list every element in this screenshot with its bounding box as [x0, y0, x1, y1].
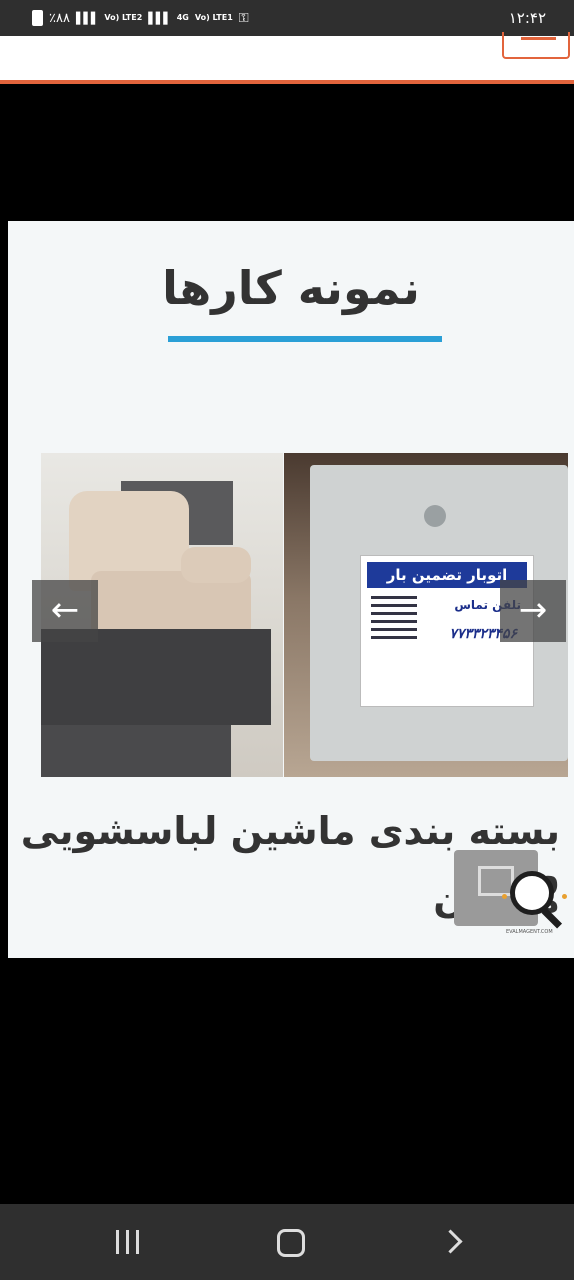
slider-next-button[interactable]: →	[500, 580, 566, 642]
recents-button[interactable]	[104, 1224, 154, 1264]
home-icon	[277, 1229, 305, 1257]
back-button[interactable]	[430, 1224, 480, 1264]
header-accent-line	[0, 80, 574, 84]
sim2-label: Vo) LTE2	[104, 13, 143, 22]
hamburger-icon	[521, 37, 556, 40]
network-type: 4G	[176, 13, 189, 22]
signal-icon: ▌▌▌	[75, 11, 99, 25]
slide-title: نمونه کارها	[162, 261, 420, 315]
arrow-right-icon: →	[518, 590, 548, 630]
back-chevron-icon	[438, 1229, 463, 1254]
clock: ۱۲:۴۲	[508, 9, 546, 27]
battery-icon	[32, 10, 43, 26]
arrow-left-icon: ←	[50, 590, 80, 630]
app-header	[0, 32, 574, 84]
status-bar: ٪۸۸ ▌▌▌ Vo) LTE2 ▌▌▌ 4G Vo) LTE1 ⚿ ۱۲:۴۲	[0, 0, 574, 36]
watermark-text: EVALMAGENT.COM	[506, 929, 553, 935]
wrapped-box	[41, 629, 271, 725]
menu-button[interactable]	[502, 32, 570, 59]
title-underline	[168, 336, 442, 342]
home-button[interactable]	[265, 1224, 315, 1264]
key-icon: ⚿	[238, 10, 249, 26]
signal-icon: ▌▌▌	[148, 11, 171, 25]
status-icons: ٪۸۸ ▌▌▌ Vo) LTE2 ▌▌▌ 4G Vo) LTE1 ⚿	[32, 10, 249, 26]
sim1-label: Vo) LTE1	[194, 13, 233, 22]
battery-percent: ٪۸۸	[49, 10, 70, 26]
slider-prev-button[interactable]: ←	[32, 580, 98, 642]
system-nav-bar	[0, 1204, 574, 1280]
wrapped-box	[41, 725, 231, 777]
